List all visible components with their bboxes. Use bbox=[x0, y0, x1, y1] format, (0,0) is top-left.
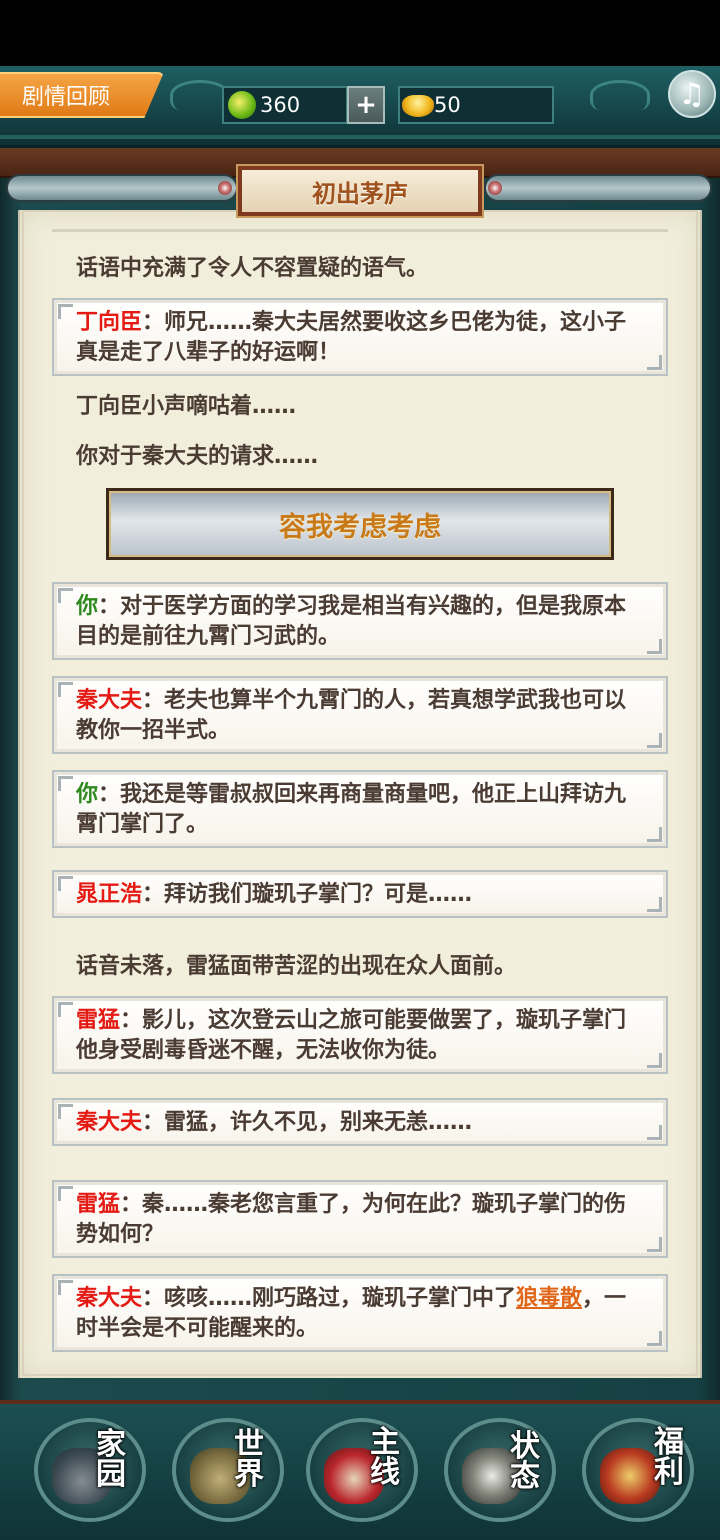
dialogue-text: ：秦……秦老您言重了，为何在此？璇玑子掌门的伤势如何？ bbox=[76, 1192, 627, 1247]
speaker-name: 秦大夫 bbox=[76, 1286, 143, 1311]
dialogue-box: 晁正浩：拜访我们璇玑子掌门？可是…… bbox=[52, 870, 668, 918]
speaker-name: 丁向臣 bbox=[76, 310, 143, 335]
story-recap-button[interactable]: 剧情回顾 bbox=[0, 72, 164, 118]
nav-welfare-label: 福利 bbox=[654, 1425, 684, 1490]
scroll-rod-left bbox=[6, 174, 238, 202]
nav-status-label: 状态 bbox=[510, 1429, 540, 1494]
speaker-name: 秦大夫 bbox=[76, 688, 143, 713]
dialogue-text: ：咳咳……刚巧路过，璇玑子掌门中了 bbox=[142, 1286, 517, 1311]
speaker-name: 你 bbox=[76, 782, 99, 807]
music-note-icon: ♫ bbox=[678, 76, 706, 112]
dialogue-text: ：师兄……秦大夫居然要收这乡巴佬为徒，这小子真是走了八辈子的好运啊！ bbox=[76, 310, 627, 365]
music-toggle-button[interactable]: ♫ bbox=[668, 70, 716, 118]
dialogue-text: ：影儿，这次登云山之旅可能要做罢了，璇玑子掌门他身受剧毒昏迷不醒，无法收你为徒。 bbox=[76, 1008, 627, 1063]
add-currency-button[interactable]: + bbox=[347, 86, 385, 124]
rod-knob-left bbox=[218, 181, 232, 195]
dialogue-text: ：老夫也算半个九霄门的人，若真想学武我也可以教你一招半式。 bbox=[76, 688, 627, 743]
nav-home-label: 家园 bbox=[96, 1427, 126, 1492]
jade-currency: 360 bbox=[222, 86, 348, 124]
speaker-name: 雷猛 bbox=[76, 1192, 121, 1217]
gold-currency: 50 bbox=[398, 86, 554, 124]
nav-world-button[interactable] bbox=[172, 1418, 284, 1522]
previous-entry-edge bbox=[52, 218, 668, 232]
gold-ingot-icon bbox=[402, 95, 434, 117]
dialogue-box: 你：对于医学方面的学习我是相当有兴趣的，但是我原本目的是前往九霄门习武的。 bbox=[52, 582, 668, 660]
cloud-ornament bbox=[590, 80, 650, 110]
dialogue-box: 雷猛：影儿，这次登云山之旅可能要做罢了，璇玑子掌门他身受剧毒昏迷不醒，无法收你为… bbox=[52, 996, 668, 1074]
speaker-name: 你 bbox=[76, 594, 99, 619]
narration-line: 话语中充满了令人不容置疑的语气。 bbox=[76, 256, 429, 281]
dialogue-box: 丁向臣：师兄……秦大夫居然要收这乡巴佬为徒，这小子真是走了八辈子的好运啊！ bbox=[52, 298, 668, 376]
speaker-name: 雷猛 bbox=[76, 1008, 121, 1033]
jade-coin-icon bbox=[228, 91, 256, 119]
gold-amount: 50 bbox=[434, 93, 461, 117]
dialogue-text: ：对于医学方面的学习我是相当有兴趣的，但是我原本目的是前往九霄门习武的。 bbox=[76, 594, 627, 649]
dialogue-box: 雷猛：秦……秦老您言重了，为何在此？璇玑子掌门的伤势如何？ bbox=[52, 1180, 668, 1258]
nav-main-quest-label: 主线 bbox=[370, 1425, 400, 1490]
rod-knob-right bbox=[488, 181, 502, 195]
cloud-ornament bbox=[170, 80, 230, 110]
speaker-name: 晁正浩 bbox=[76, 882, 143, 907]
status-bar-area bbox=[0, 0, 720, 66]
dialogue-box: 秦大夫：雷猛，许久不见，别来无恙…… bbox=[52, 1098, 668, 1146]
chapter-title: 初出茅庐 bbox=[236, 164, 484, 218]
jade-amount: 360 bbox=[260, 93, 301, 117]
narration-line: 话音未落，雷猛面带苦涩的出现在众人面前。 bbox=[76, 954, 517, 979]
dialogue-text: ：雷猛，许久不见，别来无恙…… bbox=[142, 1110, 473, 1135]
dialogue-text: ：我还是等雷叔叔回来再商量商量吧，他正上山拜访九霄门掌门了。 bbox=[76, 782, 627, 837]
dialogue-box: 秦大夫：老夫也算半个九霄门的人，若真想学武我也可以教你一招半式。 bbox=[52, 676, 668, 754]
dialogue-text: ：拜访我们璇玑子掌门？可是…… bbox=[142, 882, 473, 907]
dialogue-box: 秦大夫：咳咳……刚巧路过，璇玑子掌门中了狼毒散，一时半会是不可能醒来的。 bbox=[52, 1274, 668, 1352]
dialogue-box: 你：我还是等雷叔叔回来再商量商量吧，他正上山拜访九霄门掌门了。 bbox=[52, 770, 668, 848]
scroll-rod-right bbox=[484, 174, 712, 202]
narration-line: 丁向臣小声嘀咕着…… bbox=[76, 394, 297, 419]
item-link[interactable]: 狼毒散 bbox=[516, 1286, 582, 1311]
nav-home-button[interactable] bbox=[34, 1418, 146, 1522]
narration-line: 你对于秦大夫的请求…… bbox=[76, 444, 319, 469]
story-log[interactable]: 话语中充满了令人不容置疑的语气。 丁向臣：师兄……秦大夫居然要收这乡巴佬为徒，这… bbox=[52, 218, 668, 1358]
welfare-gift-icon bbox=[600, 1448, 660, 1504]
nav-world-label: 世界 bbox=[234, 1427, 264, 1492]
choice-button[interactable]: 容我考虑考虑 bbox=[106, 488, 614, 560]
speaker-name: 秦大夫 bbox=[76, 1110, 143, 1135]
